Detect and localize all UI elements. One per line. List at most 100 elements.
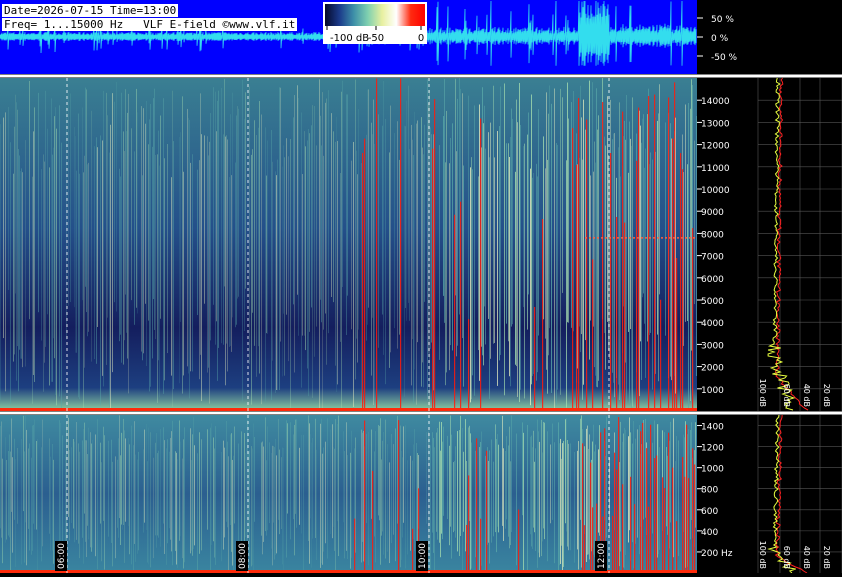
spectrogram-wide-streak <box>413 155 414 403</box>
spectrogram-low-tick-label: 1000 <box>701 465 724 475</box>
spectrogram-wide-streak <box>61 142 62 410</box>
spectrogram-wide-streak <box>76 170 77 353</box>
spectrogram-wide-tick-label: 6000 <box>701 275 724 285</box>
spectrogram-low-streak <box>578 441 579 570</box>
spectrogram-low-streak <box>25 415 26 523</box>
spectrogram-low-streak <box>166 448 167 565</box>
colorbar-legend: -100 dB-50 0 <box>323 2 427 44</box>
spectrogram-wide-streak <box>227 139 228 372</box>
waveform-tick-label: -50 % <box>711 53 738 63</box>
spectrogram-low-streak <box>332 424 333 539</box>
spectrogram-wide-streak <box>5 112 6 392</box>
spectrogram-low-streak <box>690 430 691 540</box>
spectrogram-wide-impulse <box>480 118 482 411</box>
spectrogram-low-streak <box>17 448 18 524</box>
spectrogram-wide-streak <box>294 95 295 373</box>
spectrogram-wide-streak <box>504 83 505 396</box>
spectrogram-low-streak <box>211 423 212 546</box>
spectrogram-low-impulse <box>664 487 666 573</box>
spectrogram-low-streak <box>191 460 192 551</box>
spectrogram-wide-streak <box>283 145 284 314</box>
spectrogram-wide-impulse <box>364 138 366 411</box>
spectrogram-wide-streak <box>497 130 498 386</box>
spectrogram-wide-streak <box>3 117 4 339</box>
spectrogram-low-streak <box>251 446 252 567</box>
spectrogram-low-tick-label: 800 <box>701 486 718 496</box>
spectrogram-wide-streak <box>245 92 246 289</box>
spectrogram-low-streak <box>123 418 124 526</box>
spectrogram-wide-streak <box>378 114 379 348</box>
spectrogram-wide-streak <box>690 108 691 402</box>
spectrogram-low-streak <box>272 445 273 566</box>
spectrogram-low-streak <box>387 444 388 552</box>
spectrogram-low-streak <box>321 418 322 563</box>
spectrogram-low-streak <box>454 460 455 531</box>
spectrogram-wide-streak <box>290 138 291 410</box>
spectrogram-low-impulse <box>622 484 624 573</box>
spectrogram-wide-streak <box>75 135 76 353</box>
spectrogram-wide-streak <box>282 166 283 377</box>
spectrogram-wide-streak <box>142 175 143 361</box>
spectrogram-low-streak <box>542 452 543 542</box>
spectrogram-wide-streak <box>167 144 168 354</box>
spectrogram-low-streak <box>5 437 6 543</box>
spectrogram-low-streak <box>465 419 466 552</box>
spectrogram-wide-streak <box>691 79 692 351</box>
spectrogram-low-impulse <box>466 524 468 573</box>
spectrogram-wide-streak <box>394 133 395 329</box>
spectrogram-low-impulse <box>642 422 644 573</box>
spectrogram-low-streak <box>294 424 295 556</box>
spectrogram-wide-impulse <box>680 153 682 411</box>
spectrogram-wide-streak <box>585 129 586 341</box>
spectrogram-wide-streak <box>47 128 48 315</box>
spectrogram-wide-ground-band <box>0 408 697 411</box>
spectrogram-low-streak <box>380 418 381 565</box>
spectrogram-wide-streak <box>150 103 151 387</box>
spectrogram-wide-streak <box>74 127 75 308</box>
spectrogram-wide-streak <box>671 138 672 381</box>
spectrogram-low-streak <box>510 461 511 546</box>
spectrogram-wide-streak <box>259 101 260 374</box>
spectrogram-low-streak <box>325 441 326 544</box>
spectrogram-low-streak <box>595 444 596 546</box>
spectrogram-low-streak <box>498 444 499 533</box>
spectrogram-wide-streak <box>452 123 453 351</box>
spectrogram-low-streak <box>479 447 480 573</box>
spectrogram-wide-streak <box>149 119 150 392</box>
spectrogram-wide-streak <box>347 94 348 296</box>
spectrogram-wide-streak <box>353 141 354 408</box>
spectrogram-wide-streak <box>640 125 641 342</box>
spectrogram-wide-streak <box>658 113 659 382</box>
spectrogram-low-streak <box>434 447 435 573</box>
spectrogram-wide-streak <box>595 162 596 376</box>
spectrogram-wide-streak <box>210 113 211 341</box>
spectrogram-wide-streak <box>209 141 210 404</box>
spectrogram-wide-streak <box>41 169 42 341</box>
spectrogram-wide-streak <box>218 90 219 348</box>
spectrogram-wide-streak <box>499 126 500 361</box>
spectrogram-wide-streak <box>520 124 521 390</box>
spectrogram-wide-streak <box>404 125 405 397</box>
spectrogram-wide-streak <box>293 117 294 305</box>
spectrogram-chart: 50 %0 %-50 % 100020003000400050006000700… <box>0 0 842 574</box>
spectrogram-wide-tick-label: 11000 <box>701 164 730 174</box>
spectrogram-low-streak <box>459 430 460 557</box>
spectrogram-low-streak <box>413 444 414 540</box>
spectrogram-wide-streak <box>626 94 627 404</box>
spectrogram-wide-streak <box>261 114 262 405</box>
spectrogram-wide-streak <box>244 118 245 332</box>
spectrogram-low-spectrum-db-label: 20 dB <box>822 546 831 569</box>
spectrogram-low-streak <box>678 440 679 557</box>
spectrogram-low-impulse <box>592 507 594 573</box>
spectrogram-wide-streak <box>223 134 224 345</box>
spectrogram-low-streak <box>190 428 191 554</box>
spectrogram-low-streak <box>450 415 451 527</box>
spectrogram-low-impulse <box>688 478 690 573</box>
spectrogram-low-streak <box>117 459 118 528</box>
spectrogram-wide-streak <box>53 147 54 339</box>
spectrogram-low-streak <box>104 435 105 570</box>
spectrogram-wide-streak <box>201 134 202 402</box>
spectrogram-wide-impulse <box>592 259 594 411</box>
spectrogram-low-streak <box>103 426 104 521</box>
spectrogram-wide-streak <box>0 124 1 401</box>
